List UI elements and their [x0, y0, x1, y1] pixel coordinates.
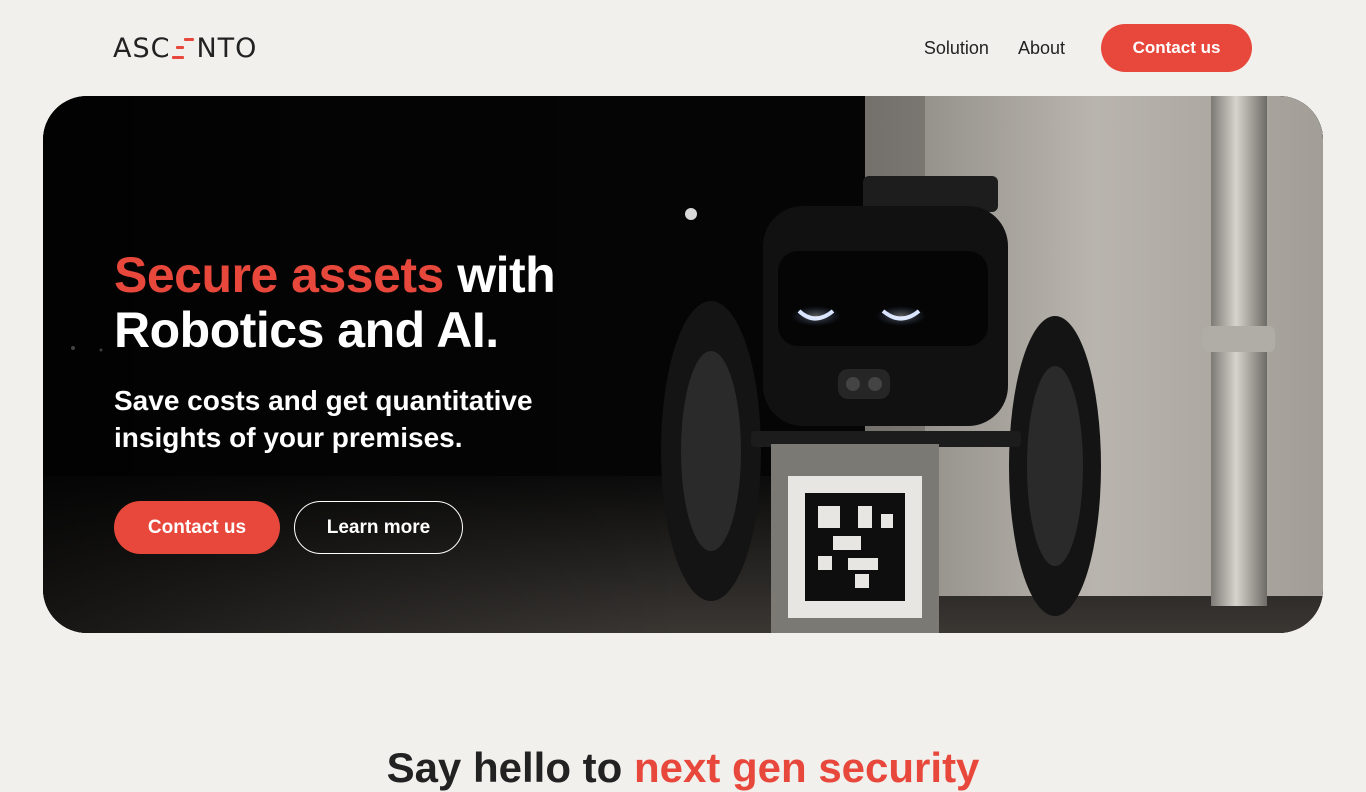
logo[interactable]: ASC NTO [113, 32, 258, 64]
hero-contact-button[interactable]: Contact us [114, 501, 280, 554]
hero-buttons: Contact us Learn more [114, 501, 634, 554]
hero-title-rest: with [443, 247, 556, 303]
hero-subtitle: Save costs and get quantitative insights… [114, 385, 533, 453]
hero-title-accent: Secure assets [114, 247, 444, 303]
hero-title-line2: Robotics and AI. [114, 302, 499, 358]
nav-link-about[interactable]: About [1018, 38, 1065, 59]
section-title: Say hello to next gen security [0, 744, 1366, 792]
nav-link-solution[interactable]: Solution [924, 38, 989, 59]
hero-content: Secure assets with Robotics and AI. Save… [114, 248, 634, 554]
main-nav: Solution About Contact us [924, 24, 1252, 72]
logo-text-left: ASC [113, 32, 171, 64]
hero-section: Secure assets with Robotics and AI. Save… [43, 96, 1323, 633]
hero-title: Secure assets with Robotics and AI. [114, 248, 634, 358]
logo-mark-icon [172, 36, 195, 60]
site-header: ASC NTO Solution About Contact us [0, 0, 1366, 96]
header-contact-button[interactable]: Contact us [1101, 24, 1252, 72]
hero-learn-more-button[interactable]: Learn more [294, 501, 463, 554]
logo-text-right: NTO [196, 32, 258, 64]
